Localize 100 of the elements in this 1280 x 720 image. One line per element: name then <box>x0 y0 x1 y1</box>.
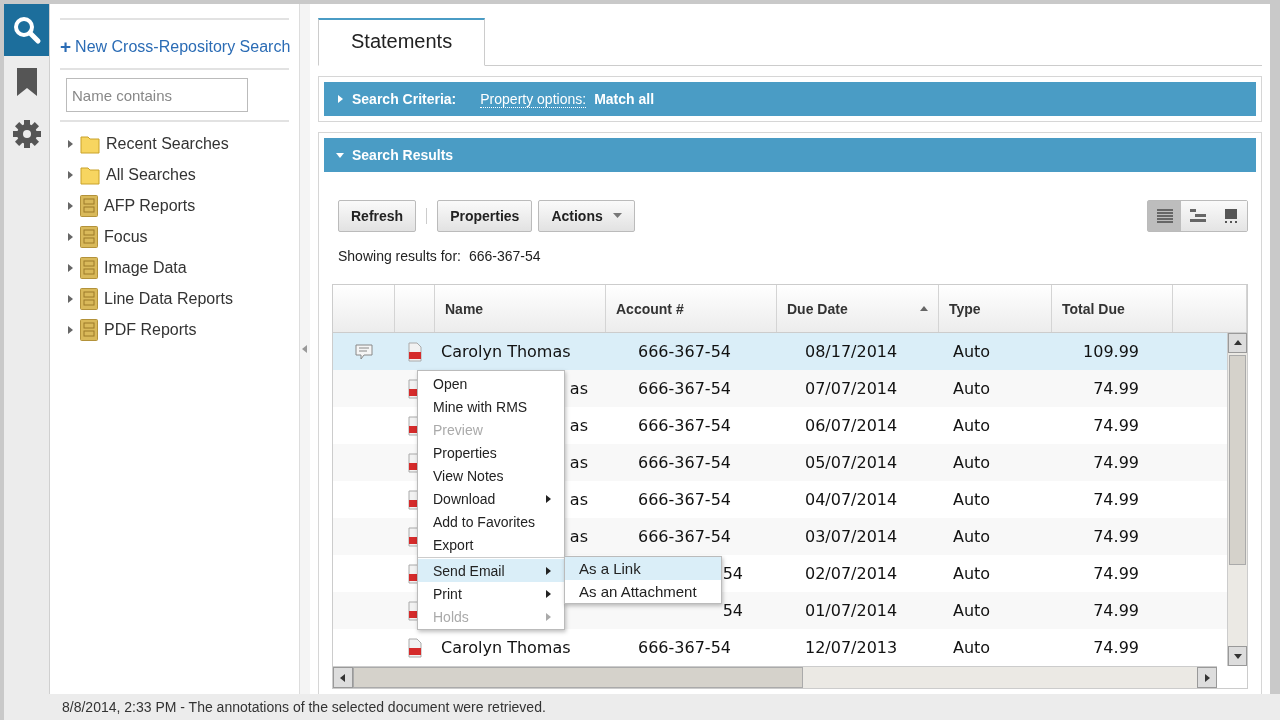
menu-item[interactable]: As an Attachment <box>565 580 721 603</box>
menu-item[interactable]: Mine with RMS <box>418 395 564 418</box>
menu-item[interactable]: Open <box>418 372 564 395</box>
tab[interactable]: Statements <box>318 18 486 66</box>
table-cell-text: 74.99 <box>1092 527 1140 546</box>
arrow-right-icon[interactable] <box>544 589 552 598</box>
tree-item[interactable]: Recent Searches <box>66 132 289 156</box>
table-cell-text: 74.99 <box>1092 638 1140 657</box>
table-cell-text: 01/07/2014 <box>804 601 899 620</box>
menu-item[interactable]: Add to Favorites <box>418 510 564 533</box>
table-cell-text: 74.99 <box>1092 453 1140 472</box>
table-cell-text: Auto <box>952 601 992 620</box>
column-header[interactable]: Name <box>435 285 606 332</box>
arrow-up-icon[interactable] <box>1233 339 1242 347</box>
table-cell-text: Auto <box>952 527 992 546</box>
caret-right-icon[interactable] <box>66 171 74 179</box>
table-cell-text: 12/07/2013 <box>804 638 899 657</box>
table-cell: 54 <box>722 601 743 620</box>
table-cell-text: Auto <box>952 638 992 657</box>
table-cell-text: 04/07/2014 <box>804 490 899 509</box>
tree-item[interactable]: AFP Reports <box>66 194 289 218</box>
toolbar-button[interactable]: Refresh <box>338 200 417 232</box>
arrow-down-icon[interactable] <box>1233 652 1242 660</box>
caret-right-icon[interactable] <box>66 233 74 241</box>
arrow-right-icon[interactable] <box>544 494 552 503</box>
table-cell-text: 05/07/2014 <box>804 453 899 472</box>
table-cell: as <box>569 527 588 546</box>
tree-item[interactable]: Focus <box>66 225 289 249</box>
caret-right-icon[interactable] <box>66 140 74 148</box>
menu-item[interactable]: As a Link <box>565 557 721 580</box>
caret-down-icon[interactable] <box>336 151 344 159</box>
menu-item[interactable]: Export <box>418 533 564 556</box>
bookmark-icon[interactable] <box>15 67 38 97</box>
view-toggle-button[interactable] <box>1181 201 1214 231</box>
menu-item[interactable]: View Notes <box>418 464 564 487</box>
table-cell-text: 666-367-54 <box>637 416 732 435</box>
menu-item[interactable]: Properties <box>418 441 564 464</box>
column-header[interactable]: Type <box>939 285 1052 332</box>
toolbar-button[interactable]: Properties <box>437 200 533 232</box>
vertical-scrollbar[interactable] <box>1227 333 1247 666</box>
folder-icon <box>80 134 100 154</box>
table-cell-text: 666-367-54 <box>637 379 732 398</box>
caret-down-icon <box>612 213 622 219</box>
caret-right-icon[interactable] <box>66 264 74 272</box>
table-cell-text: 666-367-54 <box>637 490 732 509</box>
caret-right-icon[interactable] <box>336 95 344 103</box>
settings-icon[interactable] <box>11 119 42 149</box>
caret-right-icon[interactable] <box>66 295 74 303</box>
showing-label: Showing results for: <box>338 248 461 264</box>
table-cell-text: 74.99 <box>1092 490 1140 509</box>
menu-item[interactable]: Download <box>418 487 564 510</box>
search-icon[interactable] <box>11 15 42 45</box>
search-value: 666-367-54 <box>468 248 541 264</box>
table-cell: as <box>569 453 588 472</box>
cabinet-icon <box>80 288 98 310</box>
new-search-link[interactable]: + New Cross-Repository Search <box>60 20 289 68</box>
horizontal-scrollbar[interactable] <box>333 666 1217 688</box>
table-cell-text: 666-367-54 <box>637 638 732 657</box>
column-header[interactable]: Total Due <box>1052 285 1173 332</box>
table-cell-text: 06/07/2014 <box>804 416 899 435</box>
menu-item[interactable]: Send Email <box>418 559 564 582</box>
table-cell-text: 74.99 <box>1092 379 1140 398</box>
table-cell: 54 <box>722 564 743 583</box>
view-toggle-button[interactable] <box>1148 201 1181 231</box>
cabinet-icon <box>80 257 98 279</box>
column-header[interactable]: Account # <box>606 285 777 332</box>
column-header[interactable]: Due Date <box>777 285 939 332</box>
table-cell: as <box>569 379 588 398</box>
tree-item[interactable]: All Searches <box>66 163 289 187</box>
arrow-right-icon[interactable] <box>544 566 552 575</box>
table-cell-text: Carolyn Thomas <box>440 638 572 657</box>
table-cell-text: 74.99 <box>1092 601 1140 620</box>
table-cell-text: Auto <box>952 564 992 583</box>
actions-dropdown[interactable]: Actions <box>538 200 635 232</box>
table-cell: as <box>569 490 588 509</box>
table-cell-text: 07/07/2014 <box>804 379 899 398</box>
table-cell-text: 03/07/2014 <box>804 527 899 546</box>
note-icon <box>355 343 373 360</box>
table-cell-text: 666-367-54 <box>637 342 732 361</box>
tree-item[interactable]: Line Data Reports <box>66 287 289 311</box>
menu-item[interactable]: Print <box>418 582 564 605</box>
view-toggle-button[interactable] <box>1214 201 1247 231</box>
table-cell-text: 74.99 <box>1092 416 1140 435</box>
folder-icon <box>80 165 100 185</box>
table-cell: as <box>569 416 588 435</box>
tree-item[interactable]: Image Data <box>66 256 289 280</box>
arrow-up-icon[interactable] <box>920 304 928 313</box>
caret-right-icon[interactable] <box>66 202 74 210</box>
tree-item[interactable]: PDF Reports <box>66 318 289 342</box>
cabinet-icon <box>80 195 98 217</box>
table-cell-text: Auto <box>952 490 992 509</box>
status-message: 8/8/2014, 2:33 PM - The annotations of the selected document were retrieved. <box>4 694 1280 720</box>
table-cell-text: 74.99 <box>1092 564 1140 583</box>
caret-right-icon[interactable] <box>66 326 74 334</box>
list-view-icon <box>1155 208 1174 224</box>
filter-field[interactable]: Name contains <box>66 78 248 112</box>
arrow-left-icon[interactable] <box>339 673 347 682</box>
table-cell-text: Auto <box>952 342 992 361</box>
arrow-right-icon[interactable] <box>1203 673 1211 682</box>
pdf-file-icon <box>408 341 422 362</box>
